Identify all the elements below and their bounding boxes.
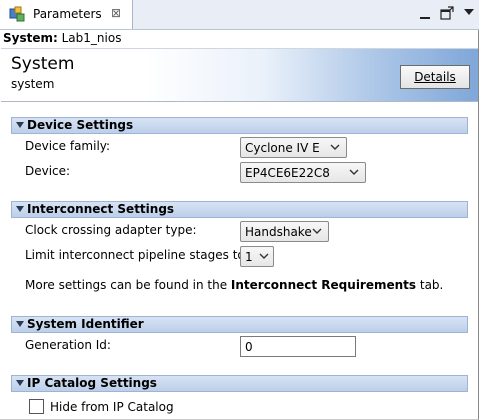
chevron-down-icon [259,253,269,259]
maximize-icon[interactable] [440,6,454,20]
section-title: Device Settings [27,118,134,132]
device-value: EP4CE6E22C8 [245,166,330,180]
clock-crossing-value: Handshake [245,225,312,239]
interconnect-info-text: More settings can be found in the Interc… [25,278,443,292]
info-bold: Interconnect Requirements [230,278,417,292]
details-button-label: Details [414,70,456,84]
header-banner: System system Details [1,48,478,102]
collapse-triangle-icon[interactable] [16,380,24,386]
info-suffix: tab. [416,278,444,292]
section-interconnect-settings[interactable]: Interconnect Settings [11,201,468,218]
hide-from-catalog-label[interactable]: Hide from IP Catalog [50,400,174,414]
system-name: Lab1_nios [61,31,122,45]
parameters-icon [9,6,25,22]
device-select[interactable]: EP4CE6E22C8 [240,162,366,183]
minimize-icon[interactable] [419,7,433,21]
pipeline-stages-value: 1 [245,250,253,264]
pipeline-stages-label: Limit interconnect pipeline stages to: [25,248,249,262]
close-tab-icon[interactable]: ⊠ [111,6,121,20]
generation-id-label: Generation Id: [25,338,111,352]
device-family-select[interactable]: Cyclone IV E [240,137,347,158]
collapse-triangle-icon[interactable] [16,321,24,327]
clock-crossing-label: Clock crossing adapter type: [25,223,197,237]
tab-label: Parameters [33,7,102,21]
section-device-settings[interactable]: Device Settings [11,117,468,134]
section-title: System Identifier [27,317,144,331]
section-title: IP Catalog Settings [27,376,157,390]
device-family-value: Cyclone IV E [245,141,320,155]
pipeline-stages-select[interactable]: 1 [240,246,274,267]
generation-id-value: 0 [245,340,253,354]
details-button[interactable]: Details [400,65,470,89]
section-ip-catalog-settings[interactable]: IP Catalog Settings [11,375,468,392]
device-label: Device: [25,164,71,178]
chevron-down-icon [312,228,322,234]
section-system-identifier[interactable]: System Identifier [11,316,468,333]
section-title: Interconnect Settings [27,202,175,216]
page-subtitle: system [11,77,55,91]
clock-crossing-select[interactable]: Handshake [240,221,329,242]
collapse-triangle-icon[interactable] [16,206,24,212]
info-prefix: More settings can be found in the [25,278,231,292]
tab-parameters[interactable]: Parameters ⊠ [0,0,133,29]
chevron-down-icon [330,144,340,150]
generation-id-field[interactable]: 0 [240,336,356,357]
page-title: System [11,54,75,74]
view-menu-icon[interactable] [463,6,475,20]
hide-from-catalog-checkbox[interactable] [29,399,44,414]
chevron-down-icon [349,169,359,175]
collapse-triangle-icon[interactable] [16,122,24,128]
system-line: System: Lab1_nios [3,31,121,45]
system-prefix: System: [3,31,58,45]
device-family-label: Device family: [25,139,111,153]
tab-strip: Parameters ⊠ [0,0,479,30]
